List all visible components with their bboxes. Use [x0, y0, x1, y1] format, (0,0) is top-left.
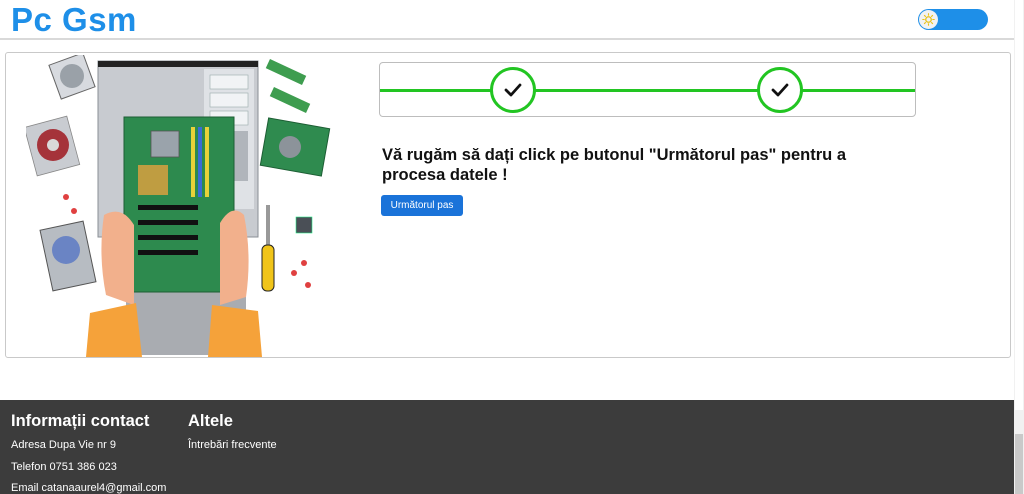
- sun-icon: [919, 10, 938, 29]
- scrollbar-thumb[interactable]: [1015, 0, 1023, 410]
- other-heading: Altele: [188, 412, 233, 430]
- step-1-complete: [490, 67, 536, 113]
- site-logo[interactable]: Pc Gsm: [11, 1, 137, 39]
- step-2-complete: [757, 67, 803, 113]
- stepper-progress-line: [380, 89, 915, 92]
- site-footer: Informații contact Adresa Dupa Vie nr 9 …: [0, 400, 1014, 494]
- page-scrollbar[interactable]: [1014, 0, 1024, 494]
- scrollbar-track-lower: [1015, 434, 1023, 494]
- contact-email: Email catanaaurel4@gmail.com: [11, 482, 167, 494]
- theme-toggle[interactable]: [918, 9, 988, 30]
- progress-stepper: [379, 62, 916, 117]
- faq-link[interactable]: Întrebări frecvente: [188, 439, 277, 451]
- next-step-button[interactable]: Următorul pas: [381, 195, 463, 216]
- check-icon: [771, 83, 789, 97]
- contact-heading: Informații contact: [11, 412, 150, 430]
- computer-repair-illustration: [26, 55, 331, 357]
- check-icon: [504, 83, 522, 97]
- site-header: Pc Gsm: [0, 0, 1014, 40]
- contact-address: Adresa Dupa Vie nr 9: [11, 439, 116, 451]
- contact-phone: Telefon 0751 386 023: [11, 461, 117, 473]
- instruction-message: Vă rugăm să dați click pe butonul "Următ…: [382, 146, 846, 184]
